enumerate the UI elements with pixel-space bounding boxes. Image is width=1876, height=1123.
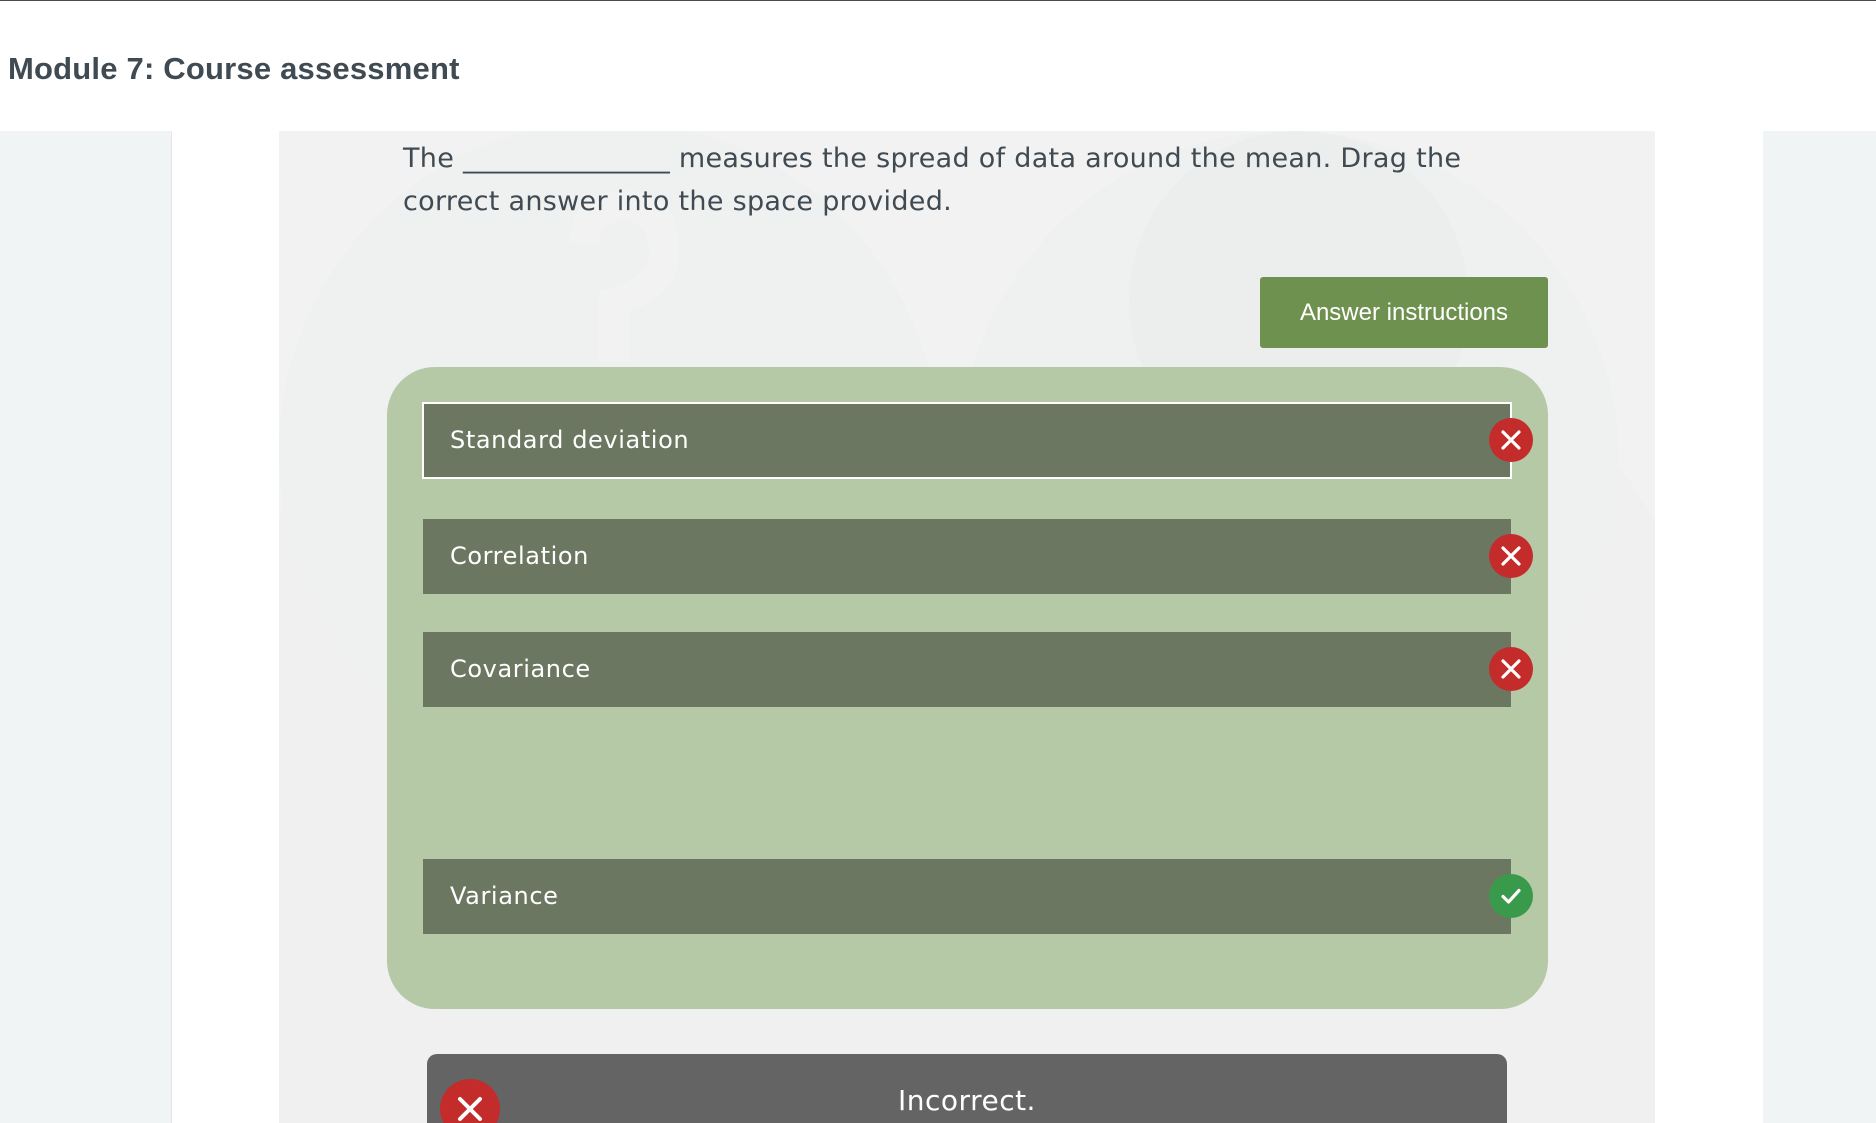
right-content-margin bbox=[1655, 131, 1764, 1123]
option-label: Correlation bbox=[450, 542, 589, 570]
feedback-text: Incorrect. bbox=[898, 1084, 1036, 1117]
left-gutter bbox=[0, 131, 171, 1123]
left-content-margin bbox=[171, 131, 280, 1123]
option-correlation[interactable]: Correlation bbox=[423, 519, 1533, 594]
option-label: Standard deviation bbox=[450, 426, 690, 454]
right-gutter bbox=[1763, 131, 1876, 1123]
option-label: Variance bbox=[450, 882, 559, 910]
option-label: Covariance bbox=[450, 655, 591, 683]
option-variance[interactable]: Variance bbox=[423, 859, 1533, 934]
question-stage: The _______________ measures the spread … bbox=[279, 131, 1655, 1123]
page-header: Module 7: Course assessment bbox=[0, 1, 1876, 131]
feedback-banner: Incorrect. bbox=[427, 1054, 1507, 1123]
question-text: The _______________ measures the spread … bbox=[403, 143, 1462, 217]
close-icon bbox=[1489, 647, 1533, 691]
answer-instructions-button[interactable]: Answer instructions bbox=[1260, 277, 1548, 348]
check-icon bbox=[1489, 874, 1533, 918]
close-icon bbox=[1489, 418, 1533, 462]
option-standard-deviation[interactable]: Standard deviation bbox=[422, 402, 1533, 479]
close-icon bbox=[1489, 534, 1533, 578]
option-covariance[interactable]: Covariance bbox=[423, 632, 1533, 707]
page-title: Module 7: Course assessment bbox=[8, 51, 460, 86]
